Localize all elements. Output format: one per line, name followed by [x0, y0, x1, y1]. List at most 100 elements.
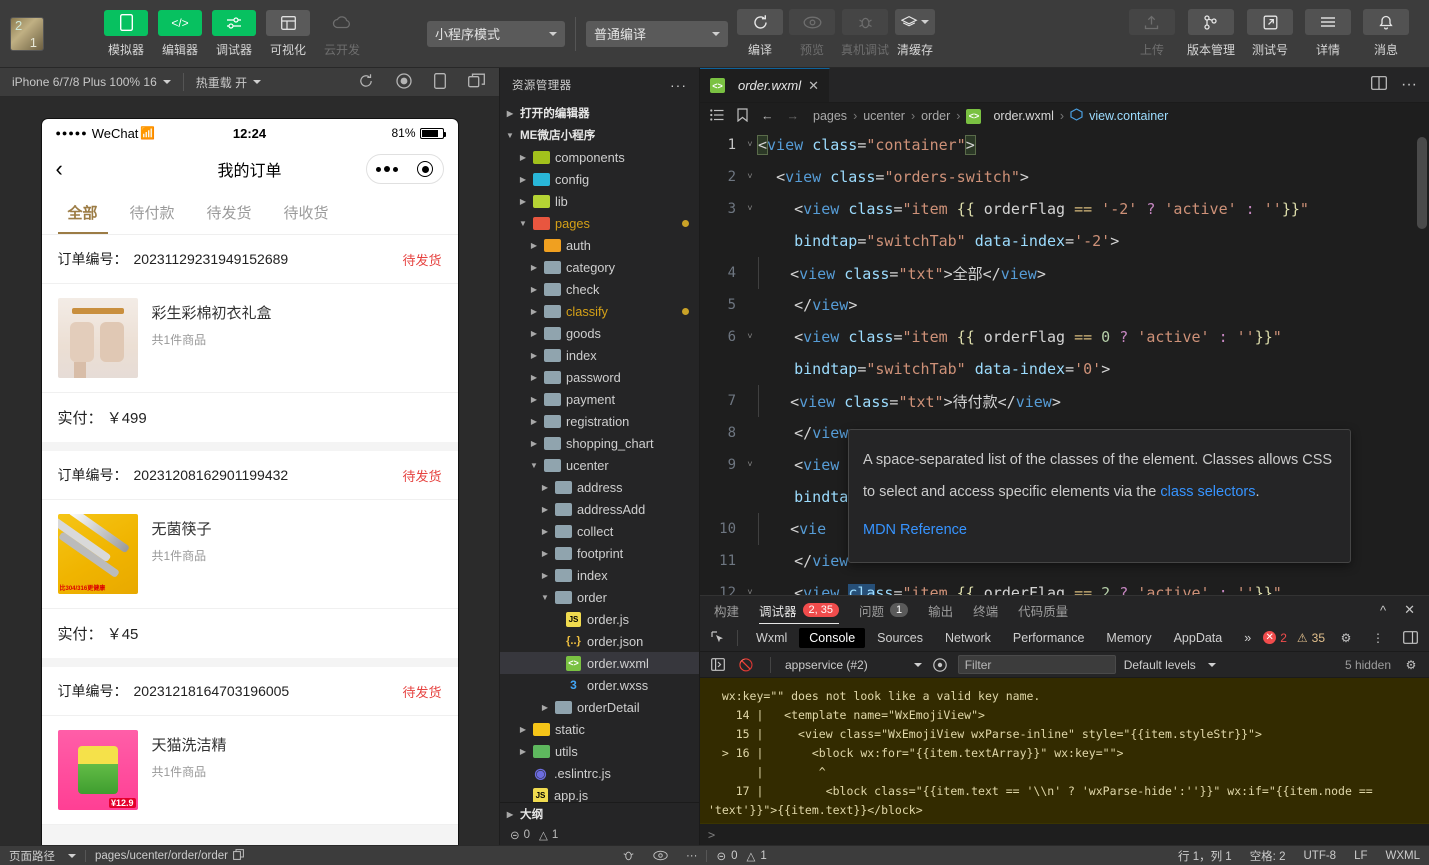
devtools-tab-memory[interactable]: Memory — [1096, 628, 1161, 648]
chevron-down-icon[interactable] — [528, 461, 540, 470]
explorer-folder-row[interactable]: collect — [500, 520, 699, 542]
devtools-more-tabs-icon[interactable]: » — [1234, 628, 1261, 648]
tab-unshipped[interactable]: 待发货 — [191, 191, 268, 234]
explorer-outline[interactable]: 大纲 — [500, 803, 699, 825]
fold-chevron-icon[interactable]: ˅ — [742, 332, 758, 342]
test-account-button[interactable]: 测试号 — [1247, 9, 1293, 58]
compile-select[interactable]: 普通编译 — [586, 20, 728, 47]
close-panel-icon[interactable]: ✕ — [1404, 602, 1415, 618]
fold-chevron-icon[interactable]: ˅ — [742, 204, 758, 214]
explorer-folder-row[interactable]: address — [500, 476, 699, 498]
status-bug-icon[interactable] — [613, 846, 644, 865]
chevron-right-icon[interactable] — [539, 483, 551, 492]
gear-icon[interactable]: ⚙ — [1335, 628, 1357, 648]
tab-unpaid[interactable]: 待付款 — [114, 191, 191, 234]
order-card[interactable]: 订单编号： 20231218164703196005 待发货 天猫洗洁精 共1件… — [41, 667, 458, 825]
devtools-kebab-icon[interactable]: ⋮ — [1367, 628, 1389, 648]
explorer-folder-row[interactable]: payment — [500, 388, 699, 410]
explorer-project-root[interactable]: ME微店小程序 — [500, 124, 699, 146]
chevron-right-icon[interactable] — [528, 417, 540, 426]
back-icon[interactable]: ‹ — [56, 158, 63, 180]
collapse-panel-icon[interactable]: ^ — [1380, 603, 1386, 618]
explorer-folder-row[interactable]: static — [500, 718, 699, 740]
clear-console-icon[interactable]: 🚫 — [736, 656, 756, 674]
console-eye-icon[interactable] — [930, 656, 950, 674]
simulator-record-icon[interactable] — [396, 72, 412, 92]
status-cursor-position[interactable]: 行 1，列 1 — [1169, 846, 1241, 865]
upload-button[interactable]: 上传 — [1128, 9, 1175, 58]
tab-unreceived[interactable]: 待收货 — [268, 191, 345, 234]
split-editor-icon[interactable] — [1371, 75, 1387, 95]
explorer-folder-row[interactable]: config — [500, 168, 699, 190]
panel-tab-terminal[interactable]: 终端 — [973, 596, 998, 624]
details-button[interactable]: 详情 — [1305, 9, 1351, 58]
order-goods-row[interactable]: 天猫洗洁精 共1件商品 — [41, 716, 458, 825]
status-encoding[interactable]: UTF-8 — [1294, 846, 1345, 865]
explorer-folder-row[interactable]: footprint — [500, 542, 699, 564]
chevron-right-icon[interactable] — [528, 395, 540, 404]
chevron-right-icon[interactable] — [517, 747, 529, 756]
order-list[interactable]: 订单编号： 20231129231949152689 待发货 彩生彩棉初衣礼盒 … — [41, 235, 458, 845]
devtools-tab-sources[interactable]: Sources — [867, 628, 933, 648]
devtools-tab-console[interactable]: Console — [799, 627, 866, 648]
explorer-folder-row[interactable]: password — [500, 366, 699, 388]
error-count-badge[interactable]: ✕ 2 — [1263, 631, 1287, 645]
breadcrumb-ucenter[interactable]: ucenter — [863, 109, 905, 123]
chevron-right-icon[interactable] — [528, 439, 540, 448]
panel-tab-problems[interactable]: 问题 1 — [859, 596, 909, 624]
bookmark-icon[interactable] — [737, 107, 748, 125]
explorer-folder-row[interactable]: lib — [500, 190, 699, 212]
explorer-folder-row[interactable]: components — [500, 146, 699, 168]
explorer-file-row[interactable]: <> order.wxml — [500, 652, 699, 674]
toolbar-button-debugger[interactable]: 调试器 — [211, 9, 257, 58]
simulator-detach-icon[interactable] — [468, 73, 485, 91]
explorer-file-row[interactable]: {..} order.json — [500, 630, 699, 652]
breadcrumb-symbol[interactable]: view.container — [1089, 109, 1168, 123]
panel-tab-debugger[interactable]: 调试器 2, 35 — [759, 596, 839, 624]
realdevice-debug-button[interactable]: 真机调试 — [841, 9, 889, 58]
toolbar-button-cloud[interactable]: 云开发 — [319, 10, 365, 58]
dock-side-icon[interactable] — [1399, 628, 1421, 648]
explorer-file-row[interactable]: 3 order.wxss — [500, 674, 699, 696]
explorer-folder-row[interactable]: ucenter — [500, 454, 699, 476]
toolbar-button-simulator[interactable]: 模拟器 — [103, 9, 149, 58]
status-eol[interactable]: LF — [1345, 846, 1376, 865]
devtools-tab-network[interactable]: Network — [935, 628, 1001, 648]
explorer-file-row[interactable]: JS order.js — [500, 608, 699, 630]
tooltip-link-mdn[interactable]: MDN Reference — [863, 514, 1336, 546]
breadcrumb-order[interactable]: order — [921, 109, 950, 123]
preview-button[interactable]: 预览 — [789, 9, 835, 58]
chevron-right-icon[interactable] — [517, 175, 529, 184]
chevron-right-icon[interactable] — [539, 549, 551, 558]
page-path-select[interactable]: 页面路径 — [0, 846, 85, 865]
console-sidebar-icon[interactable] — [708, 656, 728, 674]
wechat-capsule-button[interactable] — [365, 154, 444, 184]
device-select[interactable]: iPhone 6/7/8 Plus 100% 16 — [0, 68, 183, 96]
explorer-more-icon[interactable]: ··· — [670, 77, 687, 93]
version-control-button[interactable]: 版本管理 — [1187, 9, 1235, 58]
tooltip-link-class-selectors[interactable]: class selectors — [1160, 484, 1255, 500]
order-card[interactable]: 订单编号： 20231208162901199432 待发货 无菌筷子 共1件商… — [41, 451, 458, 658]
explorer-folder-row[interactable]: pages — [500, 212, 699, 234]
editor-more-icon[interactable]: ··· — [1401, 76, 1417, 94]
explorer-folder-row[interactable]: classify — [500, 300, 699, 322]
devtools-tab-appdata[interactable]: AppData — [1164, 628, 1233, 648]
order-goods-row[interactable]: 彩生彩棉初衣礼盒 共1件商品 — [41, 284, 458, 393]
chevron-right-icon[interactable] — [528, 307, 540, 316]
console-input-prompt[interactable]: > — [700, 823, 1429, 845]
gear-icon[interactable]: ⚙ — [1401, 656, 1421, 674]
panel-tab-output[interactable]: 输出 — [928, 596, 953, 624]
chevron-right-icon[interactable] — [539, 703, 551, 712]
explorer-file-row[interactable]: JS app.js — [500, 784, 699, 802]
status-errors[interactable]: ⊝ 0 △ 1 — [707, 846, 775, 865]
console-filter-input[interactable]: Filter — [957, 655, 1116, 674]
simulator-refresh-icon[interactable] — [358, 73, 374, 92]
explorer-folder-row[interactable]: check — [500, 278, 699, 300]
tab-all[interactable]: 全部 — [52, 191, 114, 234]
inspect-element-icon[interactable] — [708, 628, 729, 648]
explorer-folder-row[interactable]: auth — [500, 234, 699, 256]
status-indentation[interactable]: 空格: 2 — [1241, 846, 1295, 865]
copy-icon[interactable] — [233, 848, 244, 863]
explorer-tree[interactable]: 打开的编辑器 ME微店小程序 components config lib pages a… — [500, 102, 699, 802]
devtools-tab-wxml[interactable]: Wxml — [746, 628, 797, 648]
